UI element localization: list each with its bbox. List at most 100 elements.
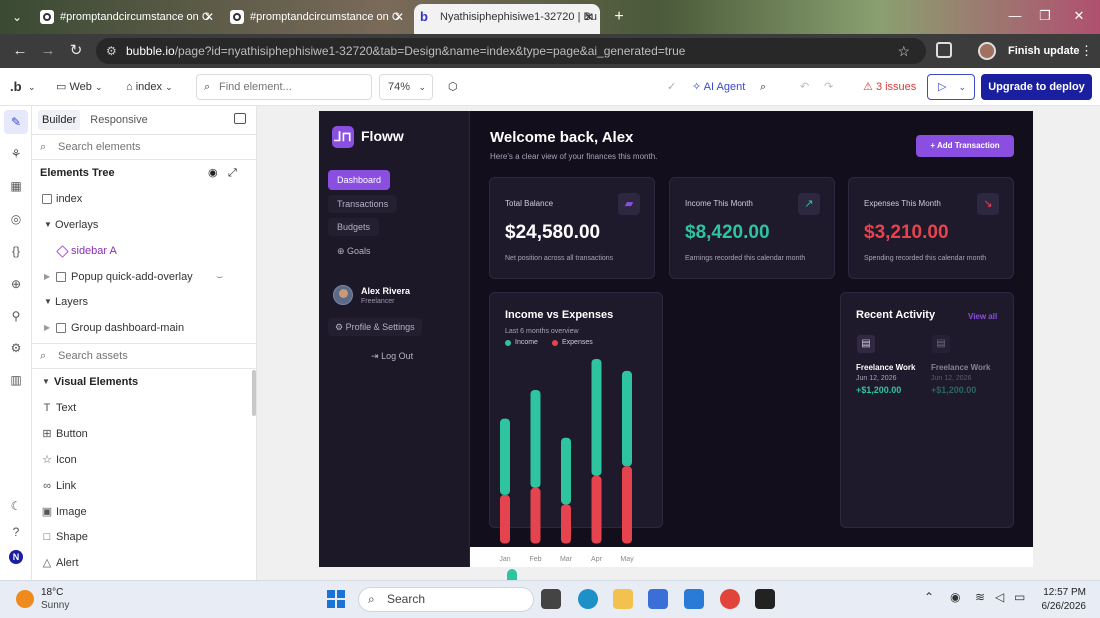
issues-button[interactable]: ⚠ 3 issues xyxy=(863,77,916,97)
forward-icon[interactable]: → xyxy=(38,41,58,61)
restore-icon[interactable]: ❐ xyxy=(1030,6,1060,26)
clock-time: 12:57 PM xyxy=(1043,587,1086,598)
caret-down-icon[interactable]: ▼ xyxy=(42,371,50,393)
browser-profile-avatar[interactable] xyxy=(978,42,996,60)
theme-icon[interactable]: ☾ xyxy=(8,498,24,514)
address-bar[interactable]: ⚙ bubble.io/page?id=nyathisiphephisiwe1-… xyxy=(96,38,926,64)
logo-menu-chevron-icon[interactable]: ⌄ xyxy=(28,77,36,97)
search-elements-box[interactable]: ⌕ xyxy=(32,134,256,160)
taskbar-search[interactable]: ⌕ Search xyxy=(358,587,534,612)
visual-element-alert[interactable]: △ Alert xyxy=(32,552,256,574)
find-element-input[interactable] xyxy=(219,81,369,93)
tree-item-overlays[interactable]: ▼ Overlays xyxy=(32,214,256,236)
store-icon[interactable] xyxy=(648,589,668,609)
visual-element-link[interactable]: ∞ Link xyxy=(32,475,256,497)
wifi-icon[interactable]: ≋ xyxy=(975,590,985,604)
start-windows-icon[interactable] xyxy=(327,590,345,608)
capcut-icon[interactable] xyxy=(755,589,775,609)
search-assets-input[interactable] xyxy=(58,350,238,362)
ai-agent-label: AI Agent xyxy=(703,81,746,93)
styles-icon[interactable]: ▦ xyxy=(8,178,24,194)
visual-element-icon[interactable]: ☆ Icon xyxy=(32,449,256,471)
expand-icon[interactable]: ⤢ xyxy=(228,162,237,184)
tab-builder[interactable]: Builder xyxy=(38,110,81,130)
tree-item-popup[interactable]: ▶ Popup quick-add-overlay ⌣ xyxy=(32,266,256,288)
settings-gear-icon[interactable]: ⚙ xyxy=(8,340,24,356)
tree-item-index[interactable]: index xyxy=(32,188,256,210)
visual-element-text[interactable]: T Text xyxy=(32,397,256,419)
elements-tree-header: Elements Tree ◉ ⤢ xyxy=(32,162,256,184)
hidden-eye-icon[interactable]: ⌣ xyxy=(216,266,223,288)
panel-toggle-icon[interactable] xyxy=(234,113,246,124)
caret-right-icon[interactable]: ▶ xyxy=(44,266,50,288)
find-element-box[interactable]: ⌕ xyxy=(196,74,372,100)
tray-chevron-icon[interactable]: ⌃ xyxy=(924,590,934,604)
chrome-icon[interactable] xyxy=(720,589,740,609)
minimize-icon[interactable]: — xyxy=(1000,6,1030,26)
tree-item-group[interactable]: ▶ Group dashboard-main xyxy=(32,317,256,339)
editor-canvas[interactable]: ⅃⊓ Floww Dashboard Transactions Budgets … xyxy=(257,106,1100,580)
back-icon[interactable]: ← xyxy=(10,41,30,61)
code-braces-icon[interactable]: {} xyxy=(8,243,24,259)
tray-app-icon[interactable]: ◉ xyxy=(950,590,960,604)
data-icon[interactable]: ◎ xyxy=(8,211,24,227)
user-avatar[interactable]: N xyxy=(9,550,23,564)
chevron-down-icon: ⌄ xyxy=(94,82,103,92)
visual-elements-header[interactable]: ▼ Visual Elements xyxy=(32,371,256,393)
platform-selector[interactable]: ▭ Web ⌄ xyxy=(56,77,103,97)
link-icon: ∞ xyxy=(43,480,51,492)
workflow-icon[interactable]: ⚘ xyxy=(8,146,24,162)
battery-icon[interactable]: ▭ xyxy=(1014,590,1025,604)
undo-icon[interactable]: ↶ xyxy=(800,77,809,97)
canvas-resize-handle[interactable] xyxy=(507,569,517,580)
caret-right-icon[interactable]: ▶ xyxy=(44,317,50,339)
volume-icon[interactable]: ◁ xyxy=(995,590,1004,604)
tab-responsive[interactable]: Responsive xyxy=(86,110,151,130)
logs-chart-icon[interactable]: ▥ xyxy=(8,372,24,388)
page-selector[interactable]: ⌂ index ⌄ xyxy=(126,77,173,97)
eye-icon[interactable]: ◉ xyxy=(208,162,218,184)
new-tab-icon[interactable]: + xyxy=(608,6,630,28)
plugins-icon[interactable]: ⚲ xyxy=(8,308,24,324)
site-settings-icon[interactable]: ⚙ xyxy=(106,38,117,64)
browser-menu-icon[interactable]: ⋮ xyxy=(1080,41,1093,61)
search-icon[interactable]: ⌕ xyxy=(760,77,766,97)
sun-icon[interactable] xyxy=(16,590,34,608)
visual-element-button[interactable]: ⊞ Button xyxy=(32,423,256,445)
visual-element-shape[interactable]: □ Shape xyxy=(32,526,256,548)
caret-down-icon[interactable]: ▼ xyxy=(44,291,52,313)
caret-down-icon[interactable]: ▼ xyxy=(44,214,52,236)
redo-icon[interactable]: ↷ xyxy=(824,77,833,97)
edge-icon[interactable] xyxy=(578,589,598,609)
search-elements-input[interactable] xyxy=(58,141,238,153)
browser-tab-2[interactable]: #promptandcircumstance on C ✕ xyxy=(224,6,410,28)
search-assets-box[interactable]: ⌕ xyxy=(32,343,256,369)
tab-search-chevron-icon[interactable]: ⌄ xyxy=(6,6,28,28)
cube-icon[interactable]: ⬡ xyxy=(448,77,458,97)
extensions-icon[interactable] xyxy=(936,42,952,58)
help-icon[interactable]: ? xyxy=(8,524,24,540)
panel-scrollbar[interactable] xyxy=(252,370,256,416)
tree-item-sidebar[interactable]: sidebar A xyxy=(32,240,256,262)
reload-icon[interactable]: ↻ xyxy=(66,41,86,61)
bubble-logo-icon[interactable]: .b xyxy=(10,77,22,97)
close-window-icon[interactable]: ✕ xyxy=(1064,6,1094,26)
finish-update-button[interactable]: Finish update xyxy=(1008,41,1080,61)
globe-icon[interactable]: ⊕ xyxy=(8,276,24,292)
design-pencil-icon[interactable]: ✎ xyxy=(4,110,28,134)
preview-button[interactable]: ▷ ⌄ xyxy=(927,74,975,100)
upgrade-to-deploy-button[interactable]: Upgrade to deploy xyxy=(981,74,1092,100)
vscode-icon[interactable] xyxy=(684,589,704,609)
file-explorer-icon[interactable] xyxy=(613,589,633,609)
close-tab-icon[interactable]: ✕ xyxy=(204,6,214,28)
bookmark-star-icon[interactable]: ☆ xyxy=(897,38,910,64)
close-tab-icon[interactable]: ✕ xyxy=(394,6,404,28)
tree-item-layers[interactable]: ▼ Layers xyxy=(32,291,256,313)
task-view-icon[interactable] xyxy=(541,589,561,609)
ai-agent-button[interactable]: ✧ AI Agent xyxy=(692,77,745,97)
close-tab-icon[interactable]: ✕ xyxy=(584,4,594,30)
visual-element-image[interactable]: ▣ Image xyxy=(32,501,256,523)
browser-tab-1[interactable]: #promptandcircumstance on C ✕ xyxy=(34,6,220,28)
browser-tab-3-active[interactable]: b Nyathisiphephisiwe1-32720 | Bu ✕ xyxy=(414,4,600,34)
zoom-selector[interactable]: 74% ⌄ xyxy=(379,74,433,100)
